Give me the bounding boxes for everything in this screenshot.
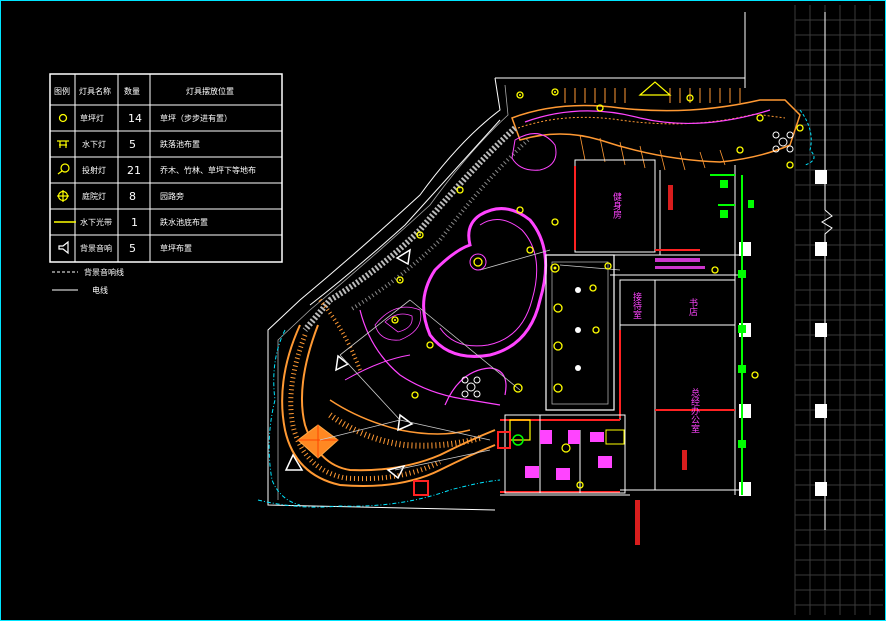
speaker-icon [58,240,69,255]
legend-header-position: 灯具摆放位置 [186,86,234,96]
uplight-icon [57,163,70,175]
legend-row-position: 乔木、竹林、草坪下等地布 [160,165,256,175]
site-plan [257,77,815,545]
legend-row-qty: 14 [128,112,142,125]
room-label-reception: 接待室 [631,291,642,319]
garden-lamp-icon [57,190,69,202]
legend-row-name: 庭院灯 [82,191,106,201]
legend-row-name: 水下光带 [80,217,112,227]
legend-row-position: 园路旁 [160,191,184,201]
legend-row-position: 跌水池底布置 [160,217,208,227]
legend-row-name: 投射灯 [82,165,106,175]
underwater-lamp-icon [57,140,69,148]
legend-row-qty: 5 [129,138,136,151]
legend-header-qty: 数量 [124,86,140,96]
building-wall-right [744,12,833,530]
line-legend: 背景音响线 电线 [52,267,124,295]
legend-row-qty: 5 [129,242,136,255]
right-grid [794,5,883,615]
legend-row-name: 背景音响 [80,243,112,253]
legend-row-name: 水下灯 [82,139,106,149]
room-label-gym: 健身房 [611,191,622,220]
cad-drawing: 图例 灯具名称 数量 灯具摆放位置 草坪灯 14 草坪（步步进有置） 水下灯 5… [49,5,883,615]
legend-header-name: 灯具名称 [79,86,111,96]
room-label-bookroom: 书店 [687,298,698,317]
line-legend-solid: 电线 [92,285,108,295]
legend-row-position: 草坪布置 [160,243,192,253]
line-legend-dashed: 背景音响线 [84,267,124,277]
legend-header-symbol: 图例 [54,86,70,96]
structural-columns [739,170,827,496]
legend-row-name: 草坪灯 [80,113,104,123]
legend-row-position: 草坪（步步进有置） [160,113,232,123]
legend-table: 图例 灯具名称 数量 灯具摆放位置 草坪灯 14 草坪（步步进有置） 水下灯 5… [49,73,283,263]
lawn-lamp-icon [58,113,68,123]
legend-row-qty: 21 [127,164,141,177]
legend-row-qty: 8 [129,190,136,203]
legend-row-qty: 1 [131,216,138,229]
legend-row-position: 跌落池布置 [160,139,200,149]
room-label-office: 总经办公室 [689,387,700,433]
